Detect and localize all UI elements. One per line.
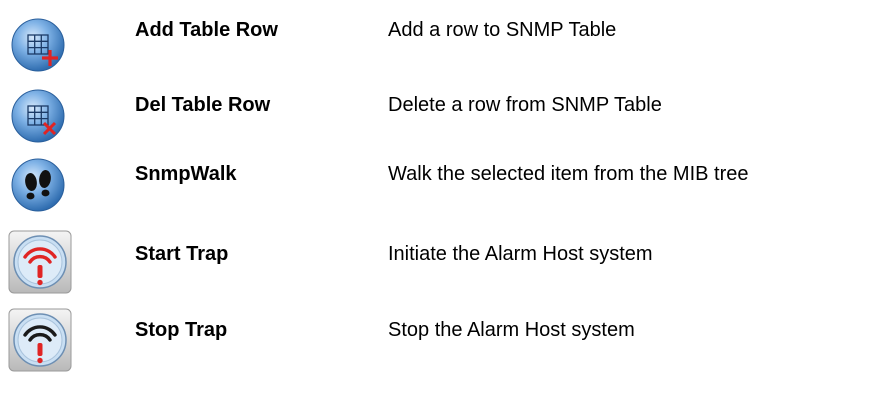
- command-description: Add a row to SNMP Table: [388, 19, 617, 41]
- command-row-del-table-row: Del Table Row Delete a row from SNMP Tab…: [0, 87, 874, 157]
- footprints-icon[interactable]: [8, 153, 74, 219]
- command-row-stop-trap: Stop Trap Stop the Alarm Host system: [0, 308, 874, 382]
- delete-table-row-icon[interactable]: [8, 85, 74, 151]
- command-description: Stop the Alarm Host system: [388, 319, 635, 341]
- command-name: Add Table Row: [135, 19, 278, 41]
- command-name: Del Table Row: [135, 94, 271, 116]
- command-row-add-table-row: Add Table Row Add a row to SNMP Table: [0, 12, 874, 82]
- command-row-snmpwalk: SnmpWalk Walk the selected item from the…: [0, 156, 874, 226]
- command-description: Delete a row from SNMP Table: [388, 94, 662, 116]
- command-row-start-trap: Start Trap Initiate the Alarm Host syste…: [0, 230, 874, 302]
- start-trap-icon[interactable]: [8, 230, 74, 296]
- command-name: Start Trap: [135, 243, 229, 265]
- add-table-row-icon[interactable]: [8, 14, 74, 80]
- command-name: Stop Trap: [135, 319, 228, 341]
- stop-trap-icon[interactable]: [8, 308, 74, 374]
- command-description: Initiate the Alarm Host system: [388, 243, 653, 265]
- command-name: SnmpWalk: [135, 163, 237, 185]
- command-description: Walk the selected item from the MIB tree: [388, 163, 749, 185]
